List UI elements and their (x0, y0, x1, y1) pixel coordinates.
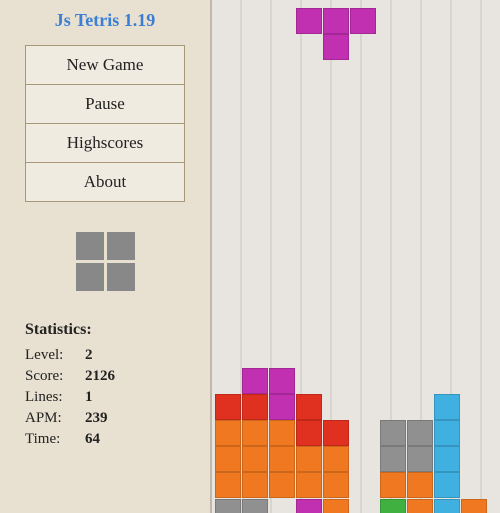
preview-cell-2 (107, 232, 135, 260)
block (323, 446, 349, 472)
block (269, 368, 295, 394)
left-panel: Js Tetris 1.19 New Game Pause Highscores… (0, 0, 210, 513)
block (323, 34, 349, 60)
preview-cell-1 (76, 232, 104, 260)
highscores-button[interactable]: Highscores (26, 124, 184, 163)
score-value: 2126 (85, 368, 115, 385)
block (380, 499, 406, 513)
block (434, 472, 460, 498)
block (269, 420, 295, 446)
block (242, 420, 268, 446)
block (215, 499, 241, 513)
block (323, 472, 349, 498)
block (296, 8, 322, 34)
block (407, 420, 433, 446)
lines-row: Lines: 1 (25, 389, 185, 406)
preview-cell-4 (107, 263, 135, 291)
preview-cell-3 (76, 263, 104, 291)
block (434, 394, 460, 420)
block (407, 446, 433, 472)
block (242, 368, 268, 394)
lines-value: 1 (85, 389, 93, 406)
block (323, 420, 349, 446)
game-board[interactable] (210, 0, 500, 513)
app-title: Js Tetris 1.19 (55, 10, 156, 31)
score-row: Score: 2126 (25, 368, 185, 385)
pause-button[interactable]: Pause (26, 85, 184, 124)
next-piece-preview (76, 232, 135, 291)
block (434, 499, 460, 513)
block (461, 499, 487, 513)
block (242, 499, 268, 513)
apm-label: APM: (25, 410, 85, 427)
block (296, 472, 322, 498)
apm-row: APM: 239 (25, 410, 185, 427)
score-label: Score: (25, 368, 85, 385)
stats-title: Statistics: (25, 321, 185, 339)
block (215, 420, 241, 446)
block (296, 446, 322, 472)
block (242, 394, 268, 420)
block (380, 446, 406, 472)
level-value: 2 (85, 347, 93, 364)
block (269, 446, 295, 472)
block (296, 394, 322, 420)
block (296, 420, 322, 446)
block (269, 472, 295, 498)
new-game-button[interactable]: New Game (26, 46, 184, 85)
block (350, 8, 376, 34)
lines-label: Lines: (25, 389, 85, 406)
time-label: Time: (25, 431, 85, 448)
preview-grid (76, 232, 135, 291)
block (434, 446, 460, 472)
stats-area: Statistics: Level: 2 Score: 2126 Lines: … (25, 321, 185, 452)
block (296, 499, 322, 513)
level-label: Level: (25, 347, 85, 364)
block (380, 472, 406, 498)
level-row: Level: 2 (25, 347, 185, 364)
block (380, 420, 406, 446)
block (323, 8, 349, 34)
block (407, 472, 433, 498)
time-row: Time: 64 (25, 431, 185, 448)
menu-box: New Game Pause Highscores About (25, 45, 185, 202)
block (215, 394, 241, 420)
time-value: 64 (85, 431, 100, 448)
block (269, 394, 295, 420)
block (215, 446, 241, 472)
block (215, 472, 241, 498)
block (407, 499, 433, 513)
block (242, 446, 268, 472)
block (323, 499, 349, 513)
block (434, 420, 460, 446)
about-button[interactable]: About (26, 163, 184, 201)
apm-value: 239 (85, 410, 108, 427)
block (242, 472, 268, 498)
